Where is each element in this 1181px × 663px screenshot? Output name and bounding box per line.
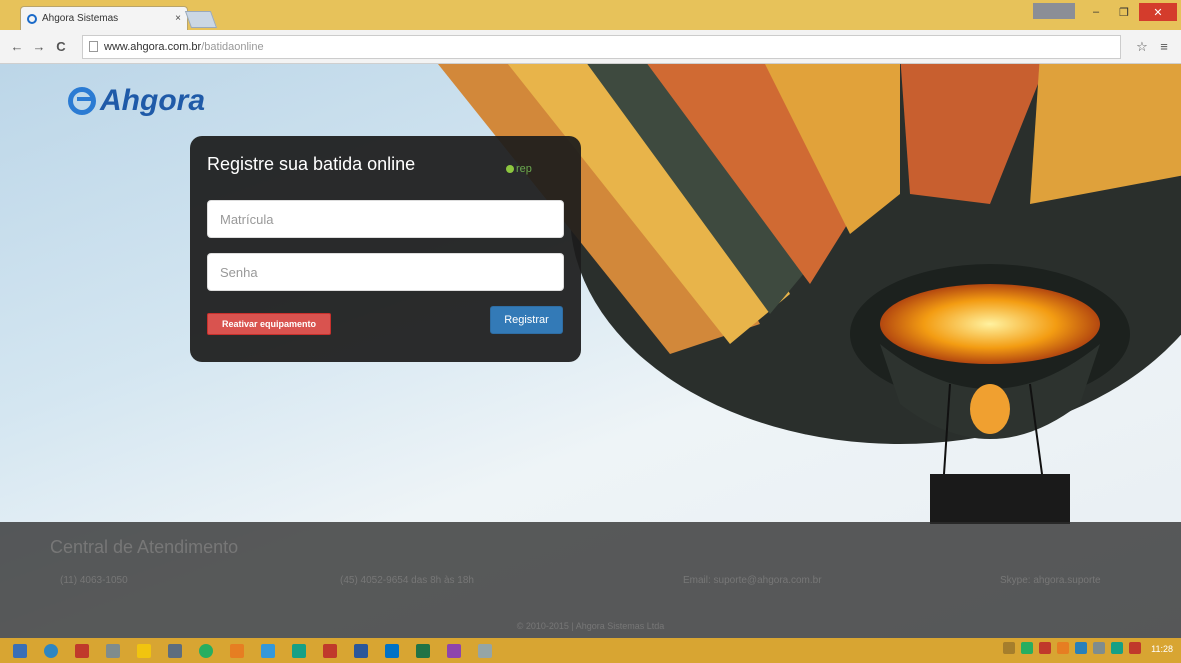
footer-phone-1: (11) 4063-1050 bbox=[60, 575, 128, 586]
outlook-icon[interactable] bbox=[380, 642, 404, 660]
url-path: /batidaonline bbox=[201, 40, 264, 53]
tray-icon[interactable] bbox=[1021, 642, 1033, 654]
rep-badge: rep bbox=[506, 163, 532, 175]
tray-icon[interactable] bbox=[1057, 642, 1069, 654]
footer-email[interactable]: Email: suporte@ahgora.com.br bbox=[683, 575, 822, 586]
tab-close-icon[interactable]: × bbox=[175, 13, 181, 24]
back-icon[interactable]: ← bbox=[8, 39, 26, 54]
ahgora-logo[interactable]: Ahgora bbox=[68, 84, 205, 118]
app-icon[interactable] bbox=[163, 642, 187, 660]
tray-icon[interactable] bbox=[1129, 642, 1141, 654]
app-icon[interactable] bbox=[225, 642, 249, 660]
matricula-input[interactable] bbox=[207, 200, 564, 238]
ahgora-logo-icon bbox=[68, 87, 96, 115]
ahgora-favicon-icon bbox=[27, 13, 37, 24]
app-icon[interactable] bbox=[256, 642, 280, 660]
rep-label: rep bbox=[516, 163, 532, 175]
tab-title: Ahgora Sistemas bbox=[42, 13, 119, 24]
bookmark-star-icon[interactable]: ☆ bbox=[1133, 39, 1151, 55]
excel-icon[interactable] bbox=[411, 642, 435, 660]
page-icon bbox=[89, 41, 98, 52]
footer-phone-2: (45) 4052-9654 das 8h às 18h bbox=[340, 575, 474, 586]
address-toolbar: ← → C www.ahgora.com.br /batidaonline ☆ … bbox=[0, 30, 1181, 64]
restore-button[interactable]: ❐ bbox=[1111, 3, 1137, 21]
app-icon[interactable] bbox=[442, 642, 466, 660]
senha-input[interactable] bbox=[207, 253, 564, 291]
windows-taskbar: 11:28 bbox=[0, 638, 1181, 663]
reload-icon[interactable]: C bbox=[52, 39, 70, 54]
menu-icon[interactable]: ≡ bbox=[1155, 39, 1173, 54]
url-domain: www.ahgora.com.br bbox=[104, 40, 202, 53]
url-field[interactable]: www.ahgora.com.br /batidaonline bbox=[82, 34, 1121, 59]
login-panel: Registre sua batida online rep Reativar … bbox=[190, 136, 581, 362]
rep-icon bbox=[506, 165, 514, 173]
forward-icon[interactable]: → bbox=[30, 39, 48, 54]
footer-skype: Skype: ahgora.suporte bbox=[1000, 575, 1101, 586]
page-content: Ahgora Registre sua batida online rep Re… bbox=[0, 64, 1181, 638]
ie-icon[interactable] bbox=[39, 642, 63, 660]
tray-icon[interactable] bbox=[1039, 642, 1051, 654]
user-account-badge[interactable] bbox=[1033, 3, 1075, 19]
window-controls: – ❐ ✕ bbox=[1033, 3, 1177, 21]
minimize-button[interactable]: – bbox=[1083, 3, 1109, 21]
app-icon[interactable] bbox=[101, 642, 125, 660]
app-icon[interactable] bbox=[287, 642, 311, 660]
footer-copyright: © 2010-2015 | Ahgora Sistemas Ltda bbox=[516, 621, 665, 631]
taskbar-clock[interactable]: 11:28 bbox=[1151, 644, 1173, 654]
logo-text: Ahgora bbox=[100, 84, 205, 117]
browser-title-bar: Ahgora Sistemas × – ❐ ✕ bbox=[0, 0, 1181, 30]
tray-icon[interactable] bbox=[1075, 642, 1087, 654]
tray-icon[interactable] bbox=[1003, 642, 1015, 654]
word-icon[interactable] bbox=[349, 642, 373, 660]
form-title: Registre sua batida online bbox=[207, 154, 416, 174]
system-tray bbox=[1003, 642, 1141, 654]
app-icon[interactable] bbox=[473, 642, 497, 660]
tray-icon[interactable] bbox=[1111, 642, 1123, 654]
close-window-button[interactable]: ✕ bbox=[1139, 3, 1177, 21]
register-button[interactable]: Registrar bbox=[490, 306, 563, 334]
app-icon[interactable] bbox=[70, 642, 94, 660]
tray-icon[interactable] bbox=[1093, 642, 1105, 654]
reactivate-device-button[interactable]: Reativar equipamento bbox=[207, 313, 331, 335]
footer-title: Central de Atendimento bbox=[50, 537, 239, 557]
browser-tab[interactable]: Ahgora Sistemas × bbox=[20, 6, 188, 30]
new-tab-button[interactable] bbox=[184, 11, 218, 28]
explorer-icon[interactable] bbox=[132, 642, 156, 660]
app-icon[interactable] bbox=[318, 642, 342, 660]
support-footer: Central de Atendimento (11) 4063-1050 (4… bbox=[0, 522, 1181, 638]
start-icon[interactable] bbox=[8, 642, 32, 660]
chrome-icon[interactable] bbox=[194, 642, 218, 660]
